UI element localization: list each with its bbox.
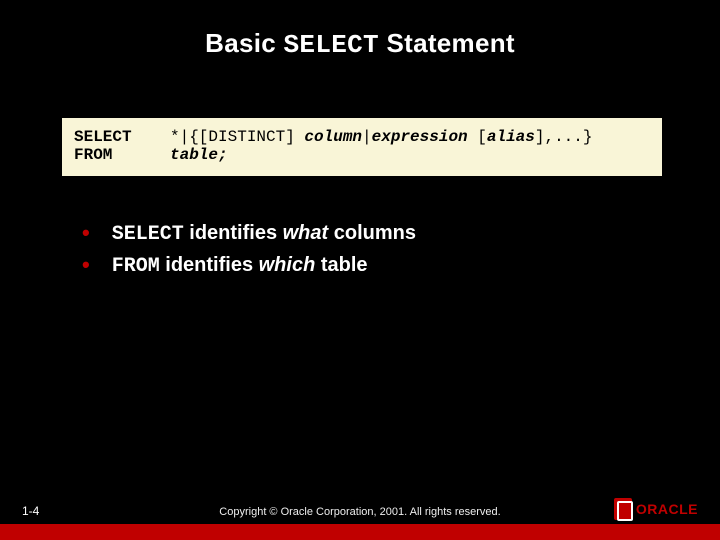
oracle-logo-icon	[614, 498, 632, 520]
code1-col: column	[304, 128, 362, 146]
code1-alias: alias	[487, 128, 535, 146]
b2-tail: table	[315, 254, 367, 276]
copyright-text: Copyright © Oracle Corporation, 2001. Al…	[0, 506, 720, 518]
b1-mid: identifies	[184, 222, 283, 244]
page-title: Basic SELECT Statement	[0, 0, 720, 60]
title-post: Statement	[379, 28, 515, 58]
oracle-logo-text: ORACLE	[636, 501, 698, 517]
title-pre: Basic	[205, 28, 283, 58]
bullet-1-text: SELECT identifies what columns	[112, 222, 416, 246]
code2-table: table;	[170, 146, 228, 164]
code-line-2: FROMtable;	[74, 146, 650, 164]
bullet-list: • SELECT identifies what columns • FROM …	[82, 222, 416, 286]
syntax-box: SELECT*|{[DISTINCT] column|expression [a…	[62, 118, 662, 176]
b2-em: which	[259, 254, 316, 276]
bullet-2-text: FROM identifies which table	[112, 254, 368, 278]
title-mono: SELECT	[284, 30, 379, 60]
b1-em: what	[283, 222, 329, 244]
oracle-logo: ORACLE	[614, 498, 698, 520]
kw-from: FROM	[74, 146, 170, 164]
bullet-dot-icon: •	[82, 254, 90, 276]
b1-mono: SELECT	[112, 223, 184, 246]
bullet-dot-icon: •	[82, 222, 90, 244]
code-line-1: SELECT*|{[DISTINCT] column|expression [a…	[74, 128, 650, 146]
code1-mid: |	[362, 128, 372, 146]
list-item: • SELECT identifies what columns	[82, 222, 416, 246]
code1-a: *|{[DISTINCT]	[170, 128, 304, 146]
slide: Basic SELECT Statement SELECT*|{[DISTINC…	[0, 0, 720, 540]
b1-tail: columns	[328, 222, 416, 244]
code1-c: ],...}	[535, 128, 593, 146]
b2-mid: identifies	[160, 254, 259, 276]
b2-mono: FROM	[112, 255, 160, 278]
footer-bar	[0, 524, 720, 540]
code1-expr: expression	[372, 128, 468, 146]
code1-b: [	[468, 128, 487, 146]
list-item: • FROM identifies which table	[82, 254, 416, 278]
kw-select: SELECT	[74, 128, 170, 146]
